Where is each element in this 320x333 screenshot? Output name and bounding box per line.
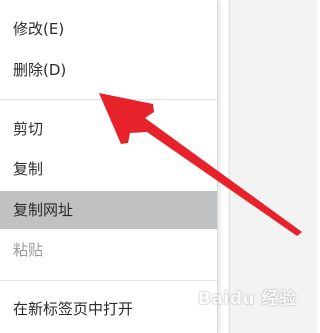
menu-item-cut[interactable]: 剪切 [0,110,217,148]
menu-separator [0,280,217,281]
context-menu: 修改(E) 删除(D) 剪切 复制 复制网址 粘贴 在新标签页中打开 [0,0,218,333]
menu-item-copy[interactable]: 复制 [0,150,217,188]
watermark-text: Baidu 经验 [198,289,297,309]
menu-item-open-in-new-tab[interactable]: 在新标签页中打开 [0,290,217,328]
menu-item-copy-url[interactable]: 复制网址 [0,191,217,229]
menu-item-delete[interactable]: 删除(D) [0,51,217,89]
menu-separator [0,99,217,100]
screenshot-stage: 修改(E) 删除(D) 剪切 复制 复制网址 粘贴 在新标签页中打开 Baidu… [0,0,317,333]
baidu-watermark: Baidu 经验 [198,284,316,314]
menu-item-edit[interactable]: 修改(E) [0,10,217,48]
menu-item-paste: 粘贴 [13,241,44,259]
